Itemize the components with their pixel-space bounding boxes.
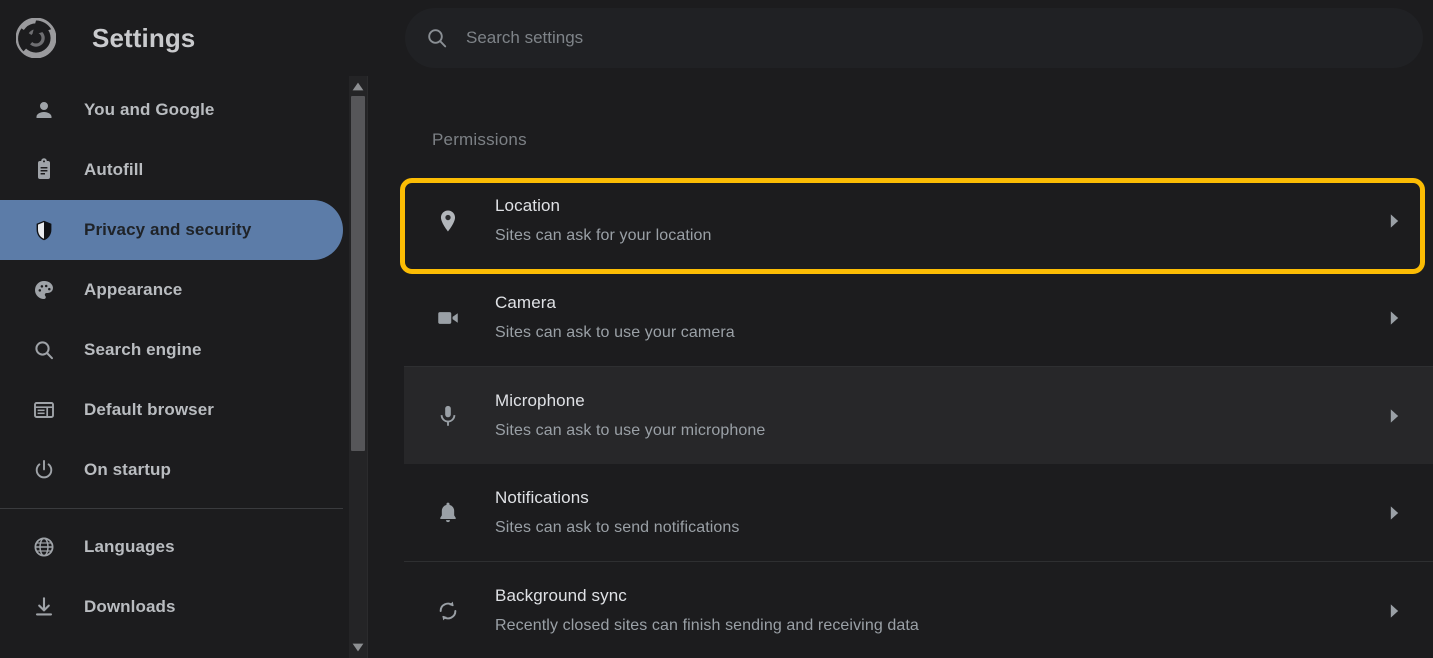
sidebar-item-search-engine[interactable]: Search engine <box>0 320 343 380</box>
permission-title: Camera <box>495 292 557 312</box>
search-input[interactable] <box>464 27 1403 49</box>
location-pin-icon <box>434 207 462 235</box>
permissions-list: Location Sites can ask for your location <box>404 172 1433 658</box>
permission-title: Location <box>495 195 561 215</box>
globe-icon <box>32 535 56 559</box>
scroll-up-arrow-icon[interactable] <box>349 78 367 95</box>
permission-subtitle: Sites can ask for your location <box>495 226 712 244</box>
page-title: Settings <box>92 22 196 53</box>
permission-row-text: Notifications Sites can ask to send noti… <box>495 486 1377 540</box>
palette-icon <box>32 278 56 302</box>
permission-row-notifications[interactable]: Notifications Sites can ask to send noti… <box>404 464 1433 561</box>
search-box[interactable] <box>405 8 1423 68</box>
permission-subtitle: Sites can ask to use your camera <box>495 323 735 341</box>
sidebar-item-languages[interactable]: Languages <box>0 517 343 577</box>
sidebar-divider <box>0 508 343 509</box>
permissions-card: Permissions Location Sites can ask for y… <box>404 78 1433 658</box>
permission-row-camera[interactable]: Camera Sites can ask to use your camera <box>404 269 1433 366</box>
settings-content: Permissions Location Sites can ask for y… <box>368 76 1433 658</box>
permission-row-text: Location Sites can ask for your location <box>495 194 1377 248</box>
chevron-right-icon[interactable] <box>1377 310 1411 326</box>
video-camera-icon <box>434 304 462 332</box>
settings-sidebar: You and Google Autofill Privacy and secu… <box>0 76 343 658</box>
sidebar-item-label: Search engine <box>84 340 202 359</box>
permission-row-text: Camera Sites can ask to use your camera <box>495 291 1377 345</box>
search-icon <box>424 25 450 51</box>
sidebar-item-on-startup[interactable]: On startup <box>0 440 343 500</box>
magnifier-icon <box>32 338 56 362</box>
permission-title: Notifications <box>495 487 589 507</box>
sidebar-scrollbar[interactable] <box>349 76 367 658</box>
chevron-right-icon[interactable] <box>1377 213 1411 229</box>
chevron-right-icon[interactable] <box>1377 408 1411 424</box>
bell-icon <box>434 499 462 527</box>
download-icon <box>32 595 56 619</box>
permission-row-background-sync[interactable]: Background sync Recently closed sites ca… <box>404 562 1433 658</box>
permission-title: Microphone <box>495 390 585 410</box>
settings-window: Settings You and Google <box>0 0 1433 658</box>
permission-subtitle: Sites can ask to use your microphone <box>495 421 766 439</box>
permission-row-location[interactable]: Location Sites can ask for your location <box>404 172 1433 269</box>
sidebar-item-label: Privacy and security <box>84 220 252 239</box>
sidebar-item-label: Autofill <box>84 160 144 179</box>
sidebar-item-label: Default browser <box>84 400 214 419</box>
browser-window-icon <box>32 398 56 422</box>
permission-row-microphone[interactable]: Microphone Sites can ask to use your mic… <box>404 367 1433 464</box>
microphone-icon <box>434 402 462 430</box>
sidebar-item-you-and-google[interactable]: You and Google <box>0 80 343 140</box>
sidebar-item-label: Downloads <box>84 597 176 616</box>
app-header: Settings <box>0 0 1433 76</box>
chevron-right-icon[interactable] <box>1377 603 1411 619</box>
sidebar-item-label: On startup <box>84 460 171 479</box>
sidebar-item-privacy-and-security[interactable]: Privacy and security <box>0 200 343 260</box>
sidebar-item-appearance[interactable]: Appearance <box>0 260 343 320</box>
chevron-right-icon[interactable] <box>1377 505 1411 521</box>
sidebar-item-autofill[interactable]: Autofill <box>0 140 343 200</box>
sidebar-item-label: Appearance <box>84 280 183 299</box>
permission-subtitle: Recently closed sites can finish sending… <box>495 616 919 634</box>
sidebar-item-label: Languages <box>84 537 175 556</box>
scrollbar-thumb[interactable] <box>351 96 365 451</box>
chrome-logo-icon <box>14 16 58 60</box>
sync-icon <box>434 597 462 625</box>
sidebar-item-downloads[interactable]: Downloads <box>0 577 343 637</box>
sidebar-nav: You and Google Autofill Privacy and secu… <box>0 76 343 637</box>
person-icon <box>32 98 56 122</box>
clipboard-icon <box>32 158 56 182</box>
sidebar-item-label: You and Google <box>84 100 215 119</box>
power-icon <box>32 458 56 482</box>
permissions-section-title: Permissions <box>432 130 527 149</box>
scroll-down-arrow-icon[interactable] <box>349 639 367 656</box>
sidebar-item-default-browser[interactable]: Default browser <box>0 380 343 440</box>
shield-icon <box>32 218 56 242</box>
permission-row-text: Background sync Recently closed sites ca… <box>495 584 1377 638</box>
permission-subtitle: Sites can ask to send notifications <box>495 518 740 536</box>
permission-row-text: Microphone Sites can ask to use your mic… <box>495 389 1377 443</box>
permission-title: Background sync <box>495 585 627 605</box>
